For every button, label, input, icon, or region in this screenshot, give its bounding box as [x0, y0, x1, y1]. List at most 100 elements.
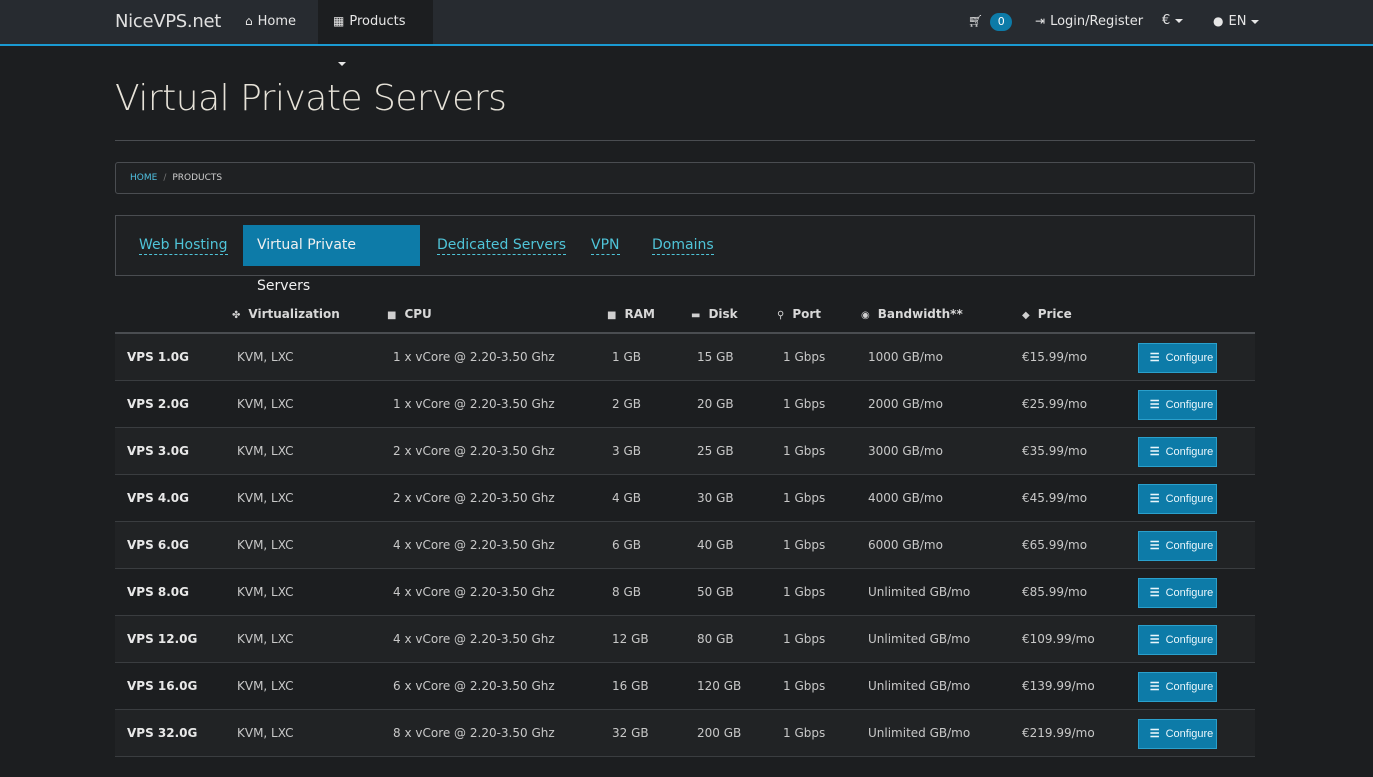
plan-name: VPS 12.0G — [127, 632, 198, 646]
plan-disk: 50 GB — [697, 585, 734, 599]
plan-price: €65.99/mo — [1022, 538, 1088, 552]
sliders-icon: ☰ — [1149, 352, 1160, 364]
caret-down-icon — [338, 61, 346, 66]
plan-ram: 8 GB — [612, 585, 641, 599]
currency-dropdown[interactable]: € — [1147, 0, 1198, 44]
tab-dedicated-servers[interactable]: Dedicated Servers — [423, 225, 580, 266]
caret-down-icon — [1175, 18, 1184, 23]
configure-label: Configure — [1165, 634, 1214, 646]
plan-price: €25.99/mo — [1022, 397, 1088, 411]
nav-products-dropdown[interactable]: ▦ Products — [318, 0, 433, 66]
puzzle-icon: ✤ — [232, 310, 241, 321]
plan-ram: 16 GB — [612, 679, 649, 693]
plan-port: 1 Gbps — [783, 585, 826, 599]
header-label: Virtualization — [248, 307, 340, 321]
memory-icon: ■ — [607, 310, 617, 321]
plan-disk: 25 GB — [697, 444, 734, 458]
plan-port: 1 Gbps — [783, 444, 826, 458]
plan-virtualization: KVM, LXC — [237, 397, 294, 411]
nav-cart[interactable]: 🛒︎ 0 — [953, 0, 1027, 44]
plan-disk: 20 GB — [697, 397, 734, 411]
configure-label: Configure — [1165, 446, 1214, 458]
header-ram: ■ RAM — [607, 307, 655, 321]
configure-button[interactable]: ☰ Configure — [1138, 390, 1217, 420]
plan-disk: 30 GB — [697, 491, 734, 505]
plan-bandwidth: Unlimited GB/mo — [868, 632, 971, 646]
plan-name: VPS 8.0G — [127, 585, 190, 599]
plan-virtualization: KVM, LXC — [237, 444, 294, 458]
caret-down-icon — [1251, 19, 1260, 24]
header-label: RAM — [624, 307, 655, 321]
plan-price: €15.99/mo — [1022, 350, 1088, 364]
plan-bandwidth: Unlimited GB/mo — [868, 726, 971, 740]
configure-label: Configure — [1165, 681, 1214, 693]
plan-cpu: 4 x vCore @ 2.20-3.50 Ghz — [393, 632, 555, 646]
plan-ram: 32 GB — [612, 726, 649, 740]
breadcrumb-home[interactable]: HOME — [130, 173, 157, 183]
plan-cpu: 1 x vCore @ 2.20-3.50 Ghz — [393, 350, 555, 364]
tab-vpn[interactable]: VPN — [577, 225, 634, 266]
configure-button[interactable]: ☰ Configure — [1138, 437, 1217, 467]
table-row: VPS 32.0G KVM, LXC 8 x vCore @ 2.20-3.50… — [115, 710, 1255, 757]
tab-label: Virtual Private Servers — [257, 237, 357, 294]
header-label: CPU — [404, 307, 432, 321]
brand-logo[interactable]: NiceVPS.net — [115, 11, 221, 32]
plan-disk: 80 GB — [697, 632, 734, 646]
plan-name: VPS 6.0G — [127, 538, 190, 552]
cart-count-badge: 0 — [990, 12, 1013, 31]
table-row: VPS 6.0G KVM, LXC 4 x vCore @ 2.20-3.50 … — [115, 522, 1255, 569]
breadcrumb-separator: / — [163, 173, 167, 183]
table-row: VPS 8.0G KVM, LXC 4 x vCore @ 2.20-3.50 … — [115, 569, 1255, 616]
table-row: VPS 3.0G KVM, LXC 2 x vCore @ 2.20-3.50 … — [115, 428, 1255, 475]
currency-label: € — [1162, 13, 1171, 28]
sliders-icon: ☰ — [1149, 446, 1160, 458]
tab-virtual-private-servers[interactable]: Virtual Private Servers — [243, 225, 420, 294]
dashboard-icon: ◉ — [861, 310, 870, 321]
nav-login-label: Login/Register — [1050, 14, 1144, 29]
nav-login-register[interactable]: ⇥ Login/Register — [1020, 0, 1158, 44]
plan-port: 1 Gbps — [783, 679, 826, 693]
configure-button[interactable]: ☰ Configure — [1138, 578, 1217, 608]
tab-domains[interactable]: Domains — [638, 225, 728, 266]
header-port: ⚲ Port — [777, 307, 821, 321]
configure-label: Configure — [1165, 587, 1214, 599]
plan-price: €139.99/mo — [1022, 679, 1095, 693]
header-virtualization: ✤ Virtualization — [232, 307, 340, 321]
configure-button[interactable]: ☰ Configure — [1138, 484, 1217, 514]
configure-button[interactable]: ☰ Configure — [1138, 672, 1217, 702]
plan-virtualization: KVM, LXC — [237, 632, 294, 646]
configure-label: Configure — [1165, 493, 1214, 505]
header-label: Bandwidth** — [877, 307, 963, 321]
page-title: Virtual Private Servers — [115, 78, 507, 119]
configure-button[interactable]: ☰ Configure — [1138, 719, 1217, 749]
plan-disk: 40 GB — [697, 538, 734, 552]
plan-virtualization: KVM, LXC — [237, 679, 294, 693]
title-divider — [115, 140, 1255, 141]
plan-ram: 3 GB — [612, 444, 641, 458]
header-label: Disk — [708, 307, 738, 321]
table-body: VPS 1.0G KVM, LXC 1 x vCore @ 2.20-3.50 … — [115, 334, 1255, 757]
configure-button[interactable]: ☰ Configure — [1138, 531, 1217, 561]
sliders-icon: ☰ — [1149, 493, 1160, 505]
home-icon: ⌂ — [245, 14, 253, 28]
tab-web-hosting[interactable]: Web Hosting — [125, 225, 242, 266]
plan-port: 1 Gbps — [783, 397, 826, 411]
nav-home-label: Home — [257, 14, 297, 29]
plan-disk: 15 GB — [697, 350, 734, 364]
sliders-icon: ☰ — [1149, 681, 1160, 693]
breadcrumb-current: PRODUCTS — [172, 173, 223, 183]
header-label: Port — [792, 307, 822, 321]
nav-home[interactable]: ⌂ Home — [230, 0, 311, 44]
tab-label: VPN — [591, 237, 620, 255]
table-row: VPS 1.0G KVM, LXC 1 x vCore @ 2.20-3.50 … — [115, 334, 1255, 381]
configure-label: Configure — [1165, 728, 1214, 740]
configure-button[interactable]: ☰ Configure — [1138, 343, 1217, 373]
table-row: VPS 4.0G KVM, LXC 2 x vCore @ 2.20-3.50 … — [115, 475, 1255, 522]
header-price: ◆ Price — [1022, 307, 1072, 321]
plan-price: €109.99/mo — [1022, 632, 1095, 646]
language-dropdown[interactable]: ● EN — [1198, 0, 1274, 44]
configure-label: Configure — [1165, 399, 1214, 411]
sliders-icon: ☰ — [1149, 634, 1160, 646]
tab-label: Web Hosting — [139, 237, 228, 255]
configure-button[interactable]: ☰ Configure — [1138, 625, 1217, 655]
